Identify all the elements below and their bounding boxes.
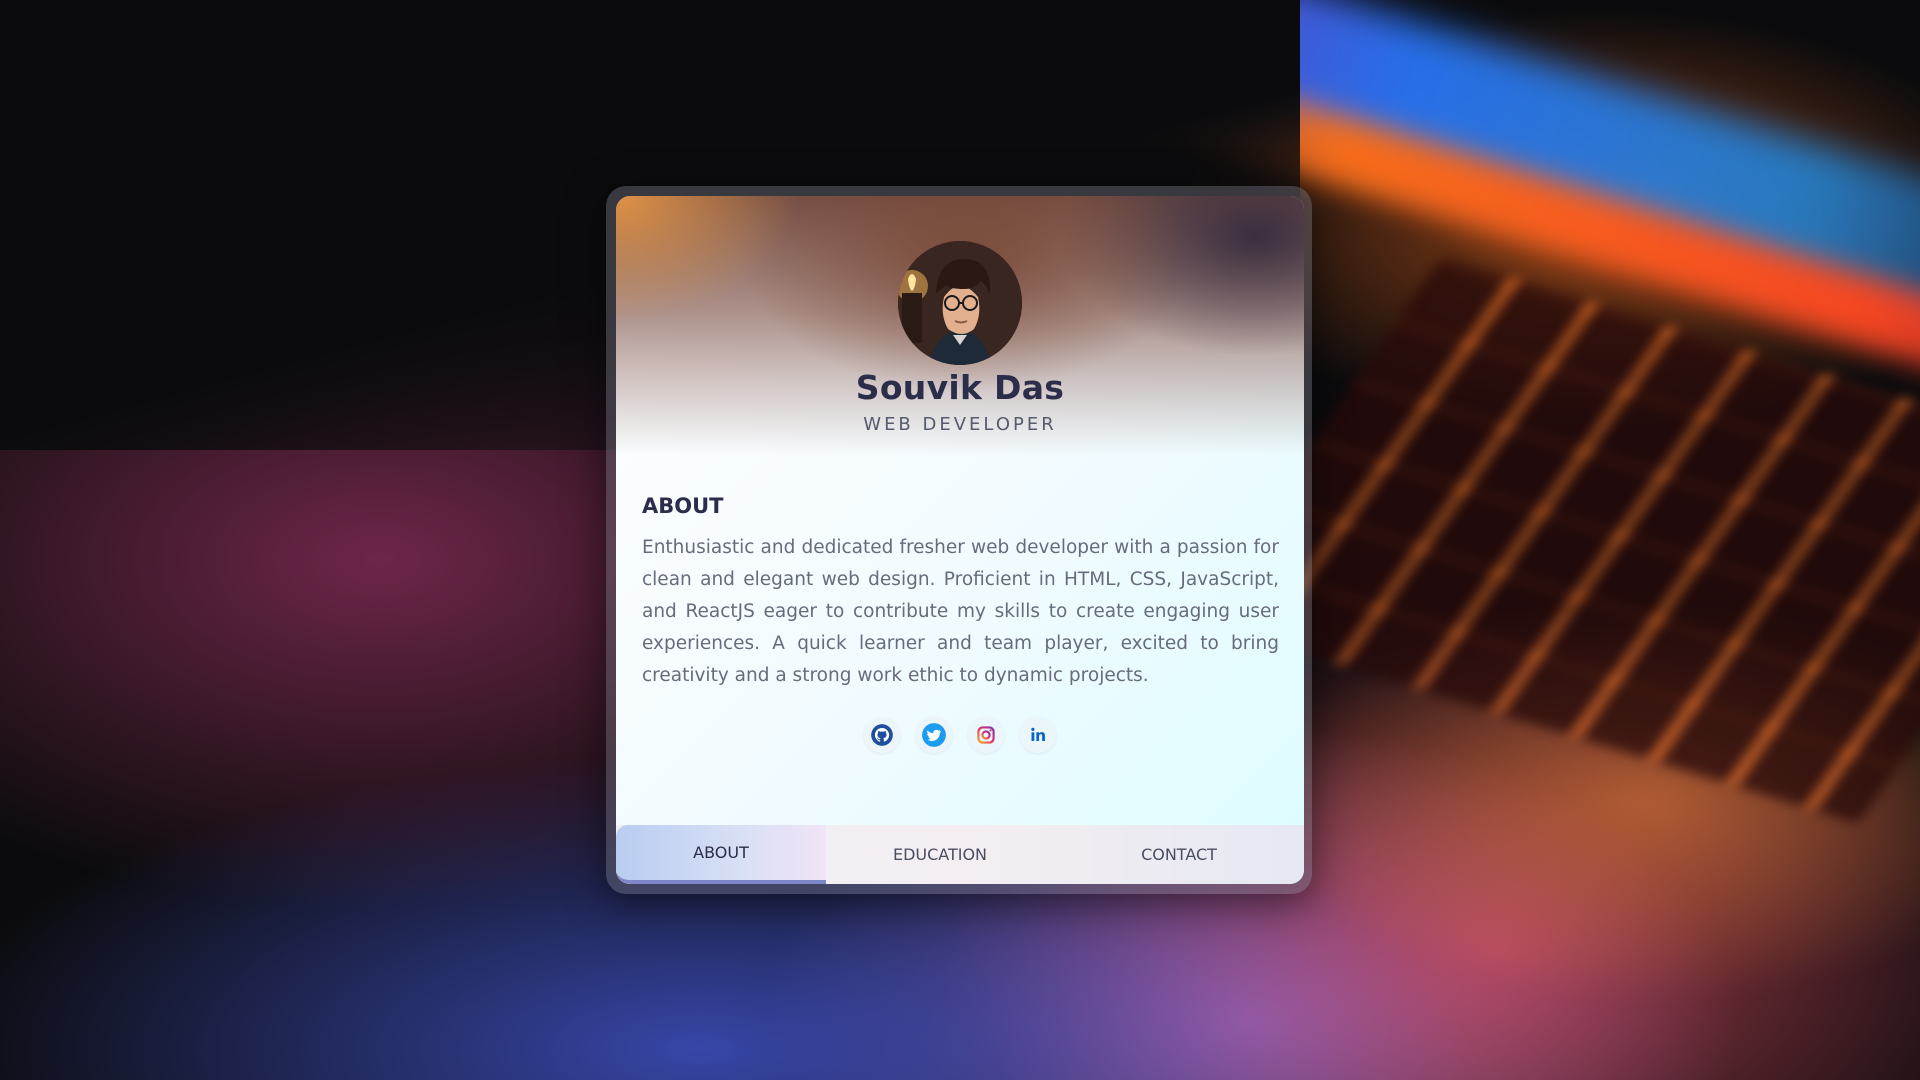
github-icon	[871, 724, 893, 746]
instagram-link[interactable]	[968, 717, 1004, 753]
social-links	[616, 717, 1304, 753]
instagram-icon	[977, 726, 995, 744]
github-link[interactable]	[864, 717, 900, 753]
section-title: ABOUT	[642, 494, 724, 518]
linkedin-link[interactable]	[1020, 717, 1056, 753]
tab-contact[interactable]: CONTACT	[1054, 825, 1304, 884]
twitter-icon	[922, 723, 946, 747]
linkedin-icon	[1031, 727, 1045, 741]
avatar	[898, 241, 1022, 365]
profile-role: WEB DEVELOPER	[863, 414, 1057, 435]
profile-card: Souvik Das WEB DEVELOPER ABOUT Enthusias…	[616, 196, 1304, 884]
tab-about[interactable]: ABOUT	[616, 825, 826, 884]
tab-bar: ABOUT EDUCATION CONTACT	[616, 825, 1304, 884]
about-text: Enthusiastic and dedicated fresher web d…	[642, 537, 1279, 686]
tab-education[interactable]: EDUCATION	[826, 825, 1054, 884]
avatar-portrait-icon	[898, 241, 1022, 365]
profile-name: Souvik Das	[855, 368, 1065, 407]
twitter-link[interactable]	[916, 717, 952, 753]
